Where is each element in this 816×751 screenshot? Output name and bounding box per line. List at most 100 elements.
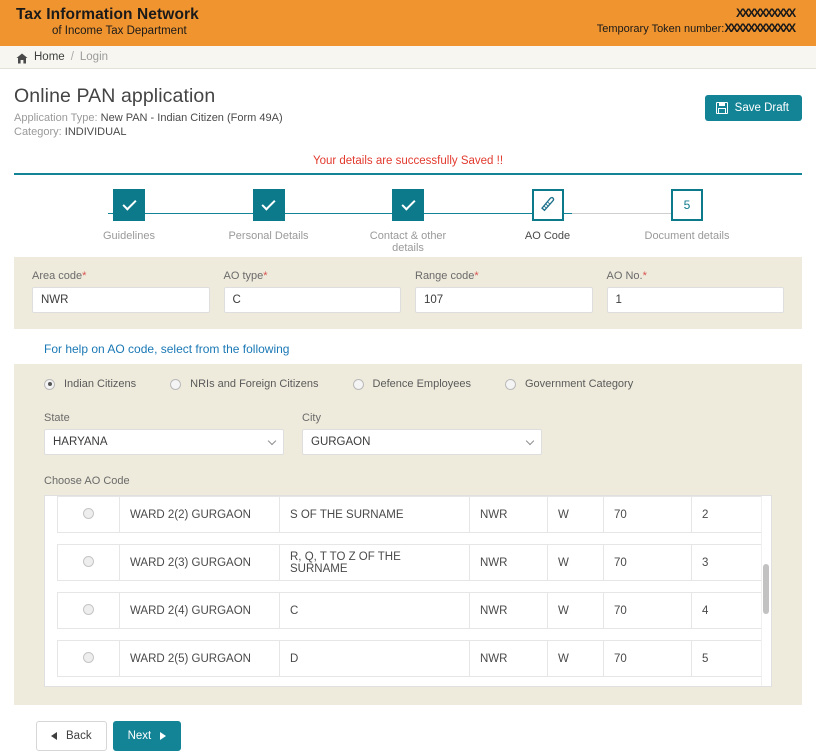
field-label: Area code* xyxy=(32,270,210,282)
field-range-code: Range code* xyxy=(415,270,607,313)
spacer-cell xyxy=(57,676,120,686)
step-document-details[interactable]: 5 Document details xyxy=(632,189,742,254)
ao-code-help-text: For help on AO code, select from the fol… xyxy=(44,342,290,356)
label-text: AO type xyxy=(223,270,264,282)
ao-type-input[interactable] xyxy=(223,287,401,313)
next-button[interactable]: Next xyxy=(112,721,182,751)
row-select-cell[interactable] xyxy=(57,544,120,581)
spacer-cell xyxy=(57,532,120,545)
area-code-cell: NWR xyxy=(469,496,548,533)
radio-icon[interactable] xyxy=(83,603,94,615)
back-button[interactable]: Back xyxy=(36,721,107,751)
breadcrumb-home-link[interactable]: Home xyxy=(34,51,65,63)
radio-icon[interactable] xyxy=(83,555,94,567)
step-label: Guidelines xyxy=(103,230,155,242)
label-text: Area code xyxy=(32,270,83,282)
radio-icon[interactable] xyxy=(352,378,364,390)
required-marker: * xyxy=(263,270,268,282)
table-row[interactable]: WARD 2(5) GURGAON D NWR W 70 5 xyxy=(57,640,761,677)
radio-icon[interactable] xyxy=(83,651,94,663)
radio-icon[interactable] xyxy=(44,378,55,390)
step-marker-active xyxy=(531,189,564,221)
description-cell: S OF THE SURNAME xyxy=(279,496,470,533)
chevron-down-icon xyxy=(267,436,277,445)
label-text: AO No. xyxy=(606,270,643,282)
row-select-cell[interactable] xyxy=(57,496,120,533)
radio-icon[interactable] xyxy=(505,378,516,390)
page-content: Online PAN application Application Type:… xyxy=(0,69,816,751)
ward-cell: WARD 2(4) GURGAON xyxy=(119,592,280,629)
check-icon xyxy=(400,195,416,211)
step-label: Document details xyxy=(644,230,730,242)
table-row[interactable]: WARD 2(4) GURGAON C NWR W 70 4 xyxy=(57,592,761,629)
step-marker-done xyxy=(392,189,424,221)
table-scrollbar-thumb[interactable] xyxy=(763,564,769,614)
section-divider xyxy=(14,173,802,175)
chevron-down-icon xyxy=(525,436,535,445)
application-type-line: Application Type: New PAN - Indian Citiz… xyxy=(14,111,802,125)
radio-option-indian-citizens[interactable]: Indian Citizens xyxy=(44,378,136,390)
step-guidelines[interactable]: Guidelines xyxy=(74,189,184,254)
row-select-cell[interactable] xyxy=(57,640,120,677)
range-code-cell: 70 xyxy=(603,544,692,581)
ao-type-cell: W xyxy=(547,496,604,533)
range-code-cell: 70 xyxy=(603,592,692,629)
ao-code-table: WARD 2(2) GURGAON S OF THE SURNAME NWR W… xyxy=(57,496,761,686)
pencil-icon xyxy=(539,195,556,215)
temporary-token-row: Temporary Token number:XXXXXXXXXXXX xyxy=(597,21,796,37)
step-marker-done xyxy=(113,189,145,221)
radio-option-government-category[interactable]: Government Category xyxy=(505,378,633,390)
radio-icon[interactable] xyxy=(170,378,182,390)
form-navigation: Back Next xyxy=(14,705,802,751)
breadcrumb-separator: / xyxy=(70,51,74,63)
brand-subtitle: of Income Tax Department xyxy=(52,25,187,37)
area-code-input[interactable] xyxy=(32,287,210,313)
description-cell: D xyxy=(279,640,470,677)
radio-label: Defence Employees xyxy=(372,378,471,390)
page-title: Online PAN application xyxy=(14,85,216,107)
radio-icon[interactable] xyxy=(83,507,94,519)
step-label: Personal Details xyxy=(228,230,309,242)
radio-option-nris-foreign-citizens[interactable]: NRIs and Foreign Citizens xyxy=(170,378,319,390)
step-ao-code[interactable]: AO Code xyxy=(493,189,603,254)
application-type-value: New PAN - Indian Citizen (Form 49A) xyxy=(100,112,283,124)
city-label: City xyxy=(302,412,321,424)
table-row[interactable]: WARD 2(2) GURGAON S OF THE SURNAME NWR W… xyxy=(57,496,761,533)
ao-no-cell: 4 xyxy=(691,592,761,629)
table-scrollbar[interactable] xyxy=(761,496,771,686)
ao-no-input[interactable] xyxy=(606,287,784,313)
step-marker-number: 5 xyxy=(671,189,703,221)
ao-no-cell: 2 xyxy=(691,496,761,533)
ward-cell: WARD 2(3) GURGAON xyxy=(119,544,280,581)
range-code-input[interactable] xyxy=(415,287,593,313)
token-value: XXXXXXXXXXXX xyxy=(724,21,796,35)
brand-logo: Tax Information Network of Income Tax De… xyxy=(16,5,199,38)
category-label: Category: xyxy=(14,126,62,138)
step-personal-details[interactable]: Personal Details xyxy=(214,189,324,254)
table-spacer-row xyxy=(57,580,761,593)
ao-no-cell: 3 xyxy=(691,544,761,581)
arrow-left-icon xyxy=(51,732,57,740)
help-bar: For help on AO code, select from the fol… xyxy=(14,329,802,364)
page-title-row: Online PAN application Application Type:… xyxy=(14,69,802,139)
row-select-cell[interactable] xyxy=(57,592,120,629)
step-contact-other-details[interactable]: Contact & other details xyxy=(353,189,463,254)
radio-option-defence-employees[interactable]: Defence Employees xyxy=(352,378,471,390)
city-select[interactable]: GURGAON xyxy=(302,429,542,455)
description-cell: R, Q, T TO Z OF THE SURNAME xyxy=(279,544,470,581)
save-draft-label: Save Draft xyxy=(734,102,789,114)
state-select[interactable]: HARYANA xyxy=(44,429,284,455)
success-message: Your details are successfully Saved !! xyxy=(312,155,504,167)
spacer-cell xyxy=(119,676,761,686)
table-row[interactable]: WARD 2(3) GURGAON R, Q, T TO Z OF THE SU… xyxy=(57,544,761,581)
application-type-label: Application Type: xyxy=(14,112,98,124)
range-code-cell: 70 xyxy=(603,496,692,533)
field-area-code: Area code* xyxy=(32,270,224,313)
choose-ao-code-label: Choose AO Code xyxy=(44,475,130,487)
table-spacer-row xyxy=(57,532,761,545)
spacer-cell xyxy=(119,580,761,593)
save-draft-button[interactable]: Save Draft xyxy=(704,95,802,121)
field-label: AO No.* xyxy=(607,270,785,282)
state-select-group: State HARYANA xyxy=(44,412,284,455)
required-marker: * xyxy=(474,270,479,282)
